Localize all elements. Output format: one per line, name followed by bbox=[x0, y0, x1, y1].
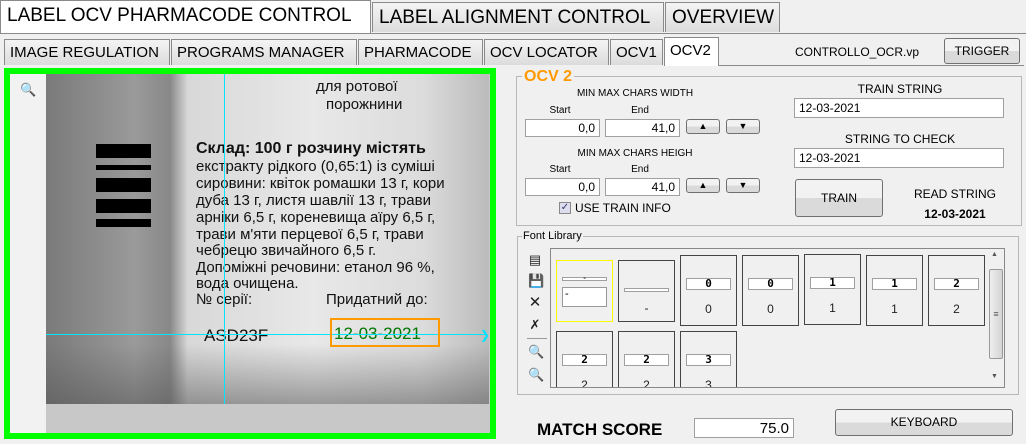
string-to-check-input[interactable]: 12-03-2021 bbox=[794, 148, 1004, 168]
photo-text: Допоміжні речовини: етанол 96 %, bbox=[196, 259, 435, 276]
end-label: End bbox=[631, 105, 649, 116]
width-up-button[interactable]: ▲ bbox=[686, 119, 720, 134]
height-start-input[interactable]: 0,0 bbox=[525, 178, 600, 196]
image-viewer[interactable]: 🔍 для ротової порожнини Склад: 100 г роз… bbox=[4, 68, 496, 439]
font-tile-selected[interactable]: -- bbox=[556, 260, 613, 322]
font-tile[interactable]: 22 bbox=[618, 331, 675, 387]
keyboard-button[interactable]: KEYBOARD bbox=[835, 409, 1013, 436]
tab-label-alignment-control[interactable]: LABEL ALIGNMENT CONTROL bbox=[372, 2, 664, 32]
scroll-down-icon[interactable]: ▼ bbox=[991, 373, 998, 380]
height-up-button[interactable]: ▲ bbox=[686, 178, 720, 193]
tab-ocv-locator[interactable]: OCV LOCATOR bbox=[484, 39, 609, 65]
width-start-input[interactable]: 0,0 bbox=[525, 119, 600, 137]
file-name: CONTROLLO_OCR.vp bbox=[795, 45, 920, 59]
width-label: MIN MAX CHARS WIDTH bbox=[576, 88, 694, 99]
font-tile[interactable]: 22 bbox=[928, 255, 985, 326]
arrow-right-icon: ❯ bbox=[480, 328, 491, 342]
tab-ocv2[interactable]: OCV2 bbox=[664, 37, 719, 66]
photo-text: Придатний до: bbox=[326, 291, 428, 308]
font-tile[interactable]: 22 bbox=[556, 331, 613, 387]
train-button[interactable]: TRAIN bbox=[795, 179, 883, 217]
height-end-input[interactable]: 41,0 bbox=[605, 178, 680, 196]
scroll-thumb[interactable]: ≡ bbox=[989, 269, 1003, 359]
photo-text: арніки 6,5 г, кореневища аїру 6,5 г, bbox=[196, 209, 436, 226]
font-tile[interactable]: 00 bbox=[680, 255, 737, 326]
viewer-toolbar bbox=[10, 74, 46, 433]
tab-ocv1[interactable]: OCV1 bbox=[610, 39, 663, 65]
use-train-info-label: USE TRAIN INFO bbox=[575, 201, 671, 215]
match-score-label: MATCH SCORE bbox=[537, 420, 663, 439]
start-label: Start bbox=[549, 105, 571, 116]
photo-text: сировини: квіток ромашки 13 г, кори bbox=[196, 175, 445, 192]
photo-text: вода очищена. bbox=[196, 275, 299, 292]
subtab-divider bbox=[719, 65, 1024, 66]
start-label: Start bbox=[549, 164, 571, 175]
height-down-button[interactable]: ▼ bbox=[726, 178, 760, 193]
match-score-value: 75.0 bbox=[694, 418, 794, 438]
ocv2-title: OCV 2 bbox=[522, 68, 575, 86]
tab-label-ocv-pharmacode-control[interactable]: LABEL OCV PHARMACODE CONTROL bbox=[0, 0, 371, 33]
toolbar-separator bbox=[527, 338, 547, 339]
load-library-icon[interactable]: ▤ bbox=[528, 253, 542, 267]
train-string-label: TRAIN STRING bbox=[857, 82, 943, 96]
tab-overview[interactable]: OVERVIEW bbox=[665, 2, 780, 32]
tab-programs-manager[interactable]: PROGRAMS MANAGER bbox=[171, 39, 357, 65]
delete-icon[interactable]: ✕ bbox=[528, 295, 542, 310]
train-string-input[interactable]: 12-03-2021 bbox=[794, 98, 1004, 118]
scroll-up-icon[interactable]: ▲ bbox=[991, 251, 998, 258]
crosshair-vertical bbox=[224, 74, 225, 404]
trigger-button[interactable]: TRIGGER bbox=[944, 38, 1020, 64]
camera-image: для ротової порожнини Склад: 100 г розчи… bbox=[46, 74, 489, 404]
tab-pharmacode[interactable]: PHARMACODE bbox=[358, 39, 483, 65]
save-icon[interactable]: 💾 bbox=[528, 274, 544, 288]
photo-text: для ротової bbox=[316, 78, 398, 95]
read-string-label: READ STRING bbox=[913, 187, 996, 201]
font-tile[interactable]: 11 bbox=[866, 255, 923, 326]
photo-text: екстракту рідкого (0,65:1) із суміші bbox=[196, 158, 435, 175]
font-library-scrollbar[interactable]: ▲ ≡ ▼ bbox=[987, 249, 1004, 387]
width-down-button[interactable]: ▼ bbox=[726, 119, 760, 134]
photo-text: ASD23F bbox=[204, 326, 269, 345]
photo-text: дуба 13 г, листя шавлії 13 г, трави bbox=[196, 192, 431, 209]
delete-all-icon[interactable]: ✗ bbox=[528, 318, 542, 332]
font-tile[interactable]: - bbox=[618, 260, 675, 322]
photo-text: Склад: 100 г розчину містять bbox=[196, 140, 426, 157]
zoom-in-icon[interactable]: 🔍 bbox=[528, 345, 544, 359]
photo-text: порожнини bbox=[326, 96, 403, 113]
ocv-roi-box[interactable] bbox=[330, 318, 440, 347]
use-train-info-checkbox[interactable]: ✓ bbox=[559, 202, 571, 214]
font-tile[interactable]: 33 bbox=[680, 331, 737, 387]
tab-divider bbox=[0, 33, 1026, 34]
tile-char-input[interactable]: - bbox=[562, 287, 607, 307]
zoom-out-icon[interactable]: 🔍 bbox=[528, 368, 544, 382]
font-library-grid: -- - 00 00 11 11 22 22 22 33 ▲ ≡ ▼ bbox=[550, 248, 1005, 388]
height-label: MIN MAX CHARS HEIGH bbox=[577, 148, 693, 159]
font-library-title: Font Library bbox=[522, 230, 583, 242]
string-to-check-label: STRING TO CHECK bbox=[844, 132, 956, 146]
font-tile[interactable]: 00 bbox=[742, 255, 799, 326]
end-label: End bbox=[631, 164, 649, 175]
width-end-input[interactable]: 41,0 bbox=[605, 119, 680, 137]
font-tile[interactable]: 11 bbox=[804, 254, 861, 325]
zoom-icon[interactable]: 🔍 bbox=[20, 82, 36, 98]
photo-text: трави м'яти перцевої 6,5 г, трави bbox=[196, 226, 424, 243]
tab-image-regulation[interactable]: IMAGE REGULATION bbox=[4, 39, 170, 65]
read-string-value: 12-03-2021 bbox=[924, 207, 986, 221]
